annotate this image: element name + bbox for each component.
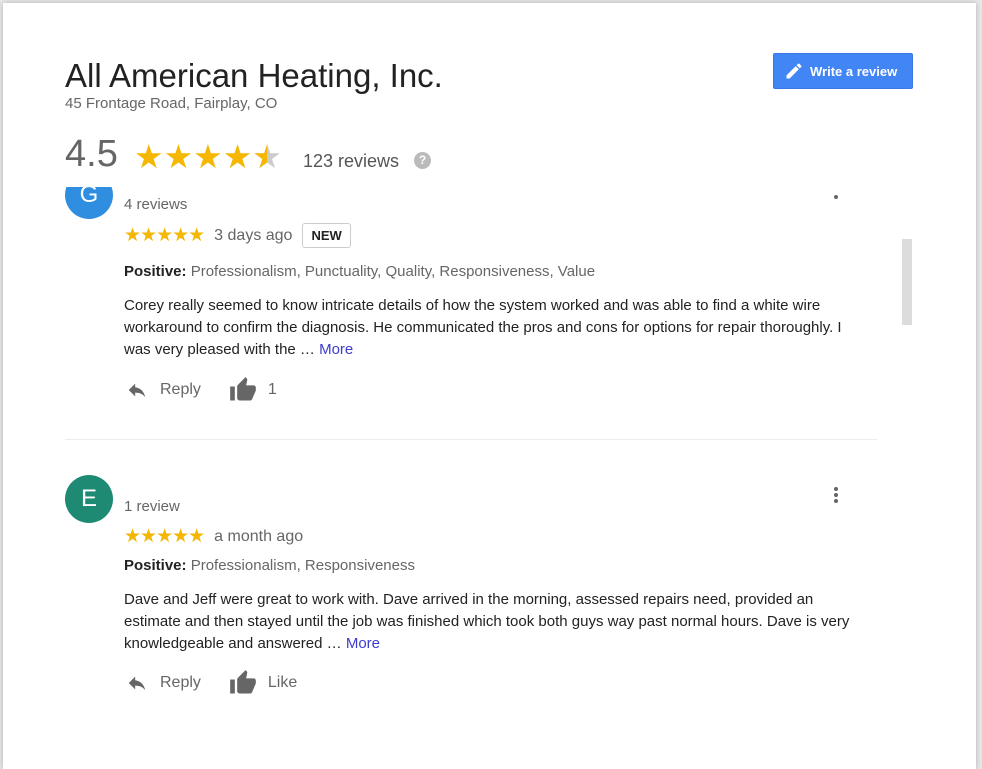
thumbs-up-icon (230, 670, 256, 694)
write-review-button[interactable]: Write a review (773, 53, 913, 89)
scrollbar-thumb[interactable] (902, 239, 912, 325)
reviews-dialog: All American Heating, Inc. 45 Frontage R… (3, 3, 976, 769)
review-text: Dave and Jeff were great to work with. D… (124, 589, 869, 655)
more-vert-icon[interactable] (832, 193, 840, 201)
review-rating: ★★★★★ 3 days ago NEW (124, 223, 351, 248)
author-review-count[interactable]: 4 reviews (124, 196, 187, 213)
reviews-list[interactable]: G 4 reviews ★★★★★ 3 days ago NEW Positiv… (3, 187, 913, 769)
more-link[interactable]: More (319, 341, 353, 358)
like-button[interactable]: Like (228, 669, 297, 697)
overall-rating: 4.5 (65, 133, 118, 175)
star-icon: ★★★★★ (124, 225, 205, 246)
positive-label: Positive: (124, 557, 187, 574)
star-icon: ★★★★ (134, 138, 253, 175)
like-label: Like (267, 674, 298, 691)
half-star-icon: ★ (252, 137, 282, 176)
reply-button[interactable]: Reply (124, 379, 201, 401)
reply-label: Reply (160, 381, 201, 398)
avatar[interactable]: E (65, 475, 113, 523)
reply-icon (128, 676, 146, 691)
review-time: 3 days ago (214, 226, 293, 244)
reply-label: Reply (160, 674, 201, 691)
review-body: Dave and Jeff were great to work with. D… (124, 591, 850, 652)
new-badge: NEW (302, 223, 351, 248)
business-address: 45 Frontage Road, Fairplay, CO (65, 95, 278, 112)
business-name: All American Heating, Inc. (65, 57, 443, 94)
like-count: 1 (267, 381, 277, 398)
avatar[interactable]: G (65, 187, 113, 219)
positive-label: Positive: (124, 263, 187, 280)
review-divider (65, 439, 877, 440)
review-count[interactable]: 123 reviews (303, 151, 399, 172)
write-review-label: Write a review (810, 63, 898, 79)
more-link[interactable]: More (346, 635, 380, 652)
review-text: Corey really seemed to know intricate de… (124, 295, 869, 361)
overall-rating-stars: ★★★★★ (134, 137, 282, 176)
like-button[interactable]: 1 (228, 376, 277, 404)
help-icon[interactable]: ? (414, 152, 431, 169)
review-rating: ★★★★★ a month ago (124, 525, 303, 548)
review-time: a month ago (214, 527, 304, 545)
positive-values: Professionalism, Responsiveness (190, 557, 415, 574)
review-body: Corey really seemed to know intricate de… (124, 297, 842, 358)
reply-icon (128, 383, 146, 398)
review-actions: Reply 1 (124, 376, 277, 404)
pencil-icon (786, 63, 802, 79)
star-icon: ★★★★★ (124, 526, 205, 547)
review-actions: Reply Like (124, 669, 297, 697)
thumbs-up-icon (230, 377, 256, 401)
more-vert-icon[interactable] (832, 485, 840, 505)
reply-button[interactable]: Reply (124, 672, 201, 694)
author-review-count[interactable]: 1 review (124, 498, 180, 515)
positive-attributes: Positive: Professionalism, Responsivenes… (124, 557, 415, 574)
positive-values: Professionalism, Punctuality, Quality, R… (190, 263, 596, 280)
positive-attributes: Positive: Professionalism, Punctuality, … (124, 263, 595, 280)
